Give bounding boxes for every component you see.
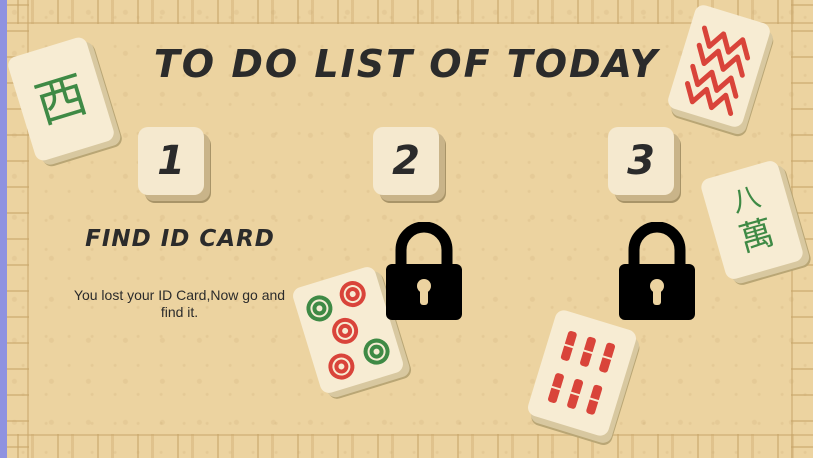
task-1-number: 1 bbox=[157, 138, 185, 184]
task-2-number: 2 bbox=[392, 138, 420, 184]
task-3-lock[interactable] bbox=[616, 221, 698, 326]
task-3-button[interactable]: 3 bbox=[608, 127, 674, 195]
ornament-border-bottom bbox=[7, 434, 813, 458]
page-title: TO DO LIST OF TODAY bbox=[153, 42, 660, 86]
lock-icon bbox=[386, 221, 462, 320]
task-1-description: You lost your ID Card,Now go and find it… bbox=[73, 287, 286, 320]
lock-icon bbox=[619, 221, 695, 320]
game-screen: 西 八 萬 TO DO LIST OF TODAY 1 2 3 FIND ID … bbox=[0, 0, 813, 458]
eight-character: 八 bbox=[728, 180, 764, 219]
task-3-number: 3 bbox=[627, 138, 655, 184]
wan-character: 萬 bbox=[735, 212, 779, 260]
task-2-lock[interactable] bbox=[383, 221, 465, 326]
task-1-title: FIND ID CARD bbox=[85, 226, 275, 252]
task-2-button[interactable]: 2 bbox=[373, 127, 439, 195]
task-1-button[interactable]: 1 bbox=[138, 127, 204, 195]
